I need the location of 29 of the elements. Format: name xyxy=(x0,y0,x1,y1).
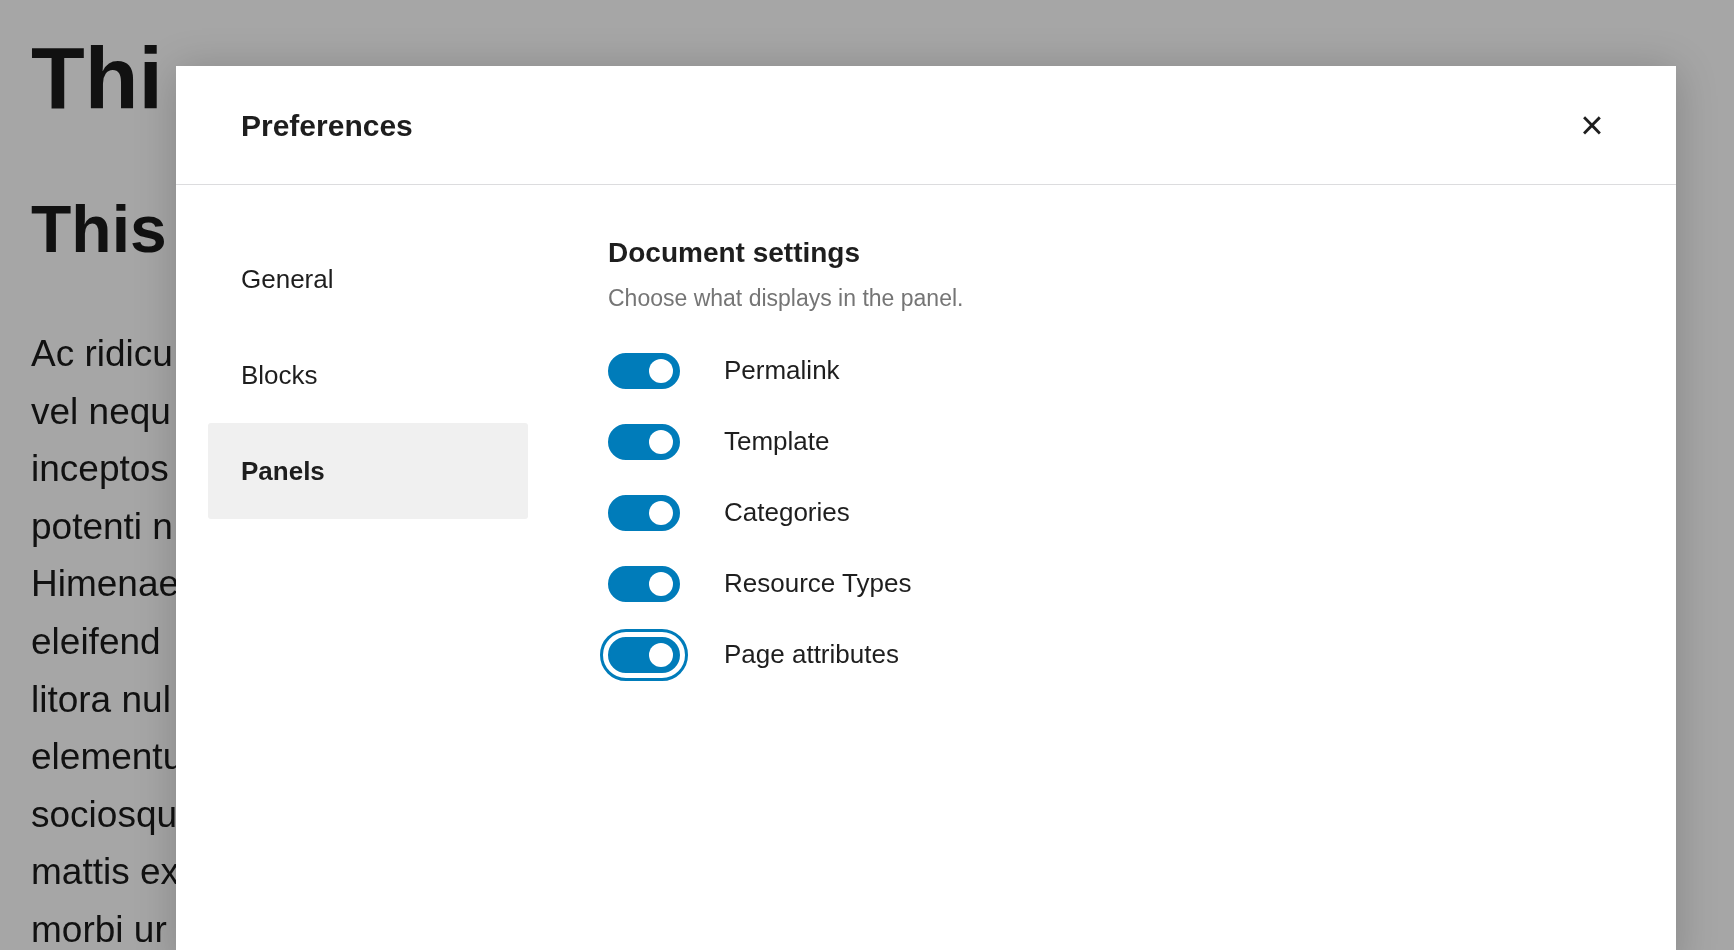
sidebar-tab[interactable]: Panels xyxy=(208,423,528,519)
toggle-label: Template xyxy=(724,425,830,458)
paragraph-line: vel nequ xyxy=(31,389,171,434)
page-title: Thi xyxy=(31,28,163,128)
toggle-switch[interactable] xyxy=(608,423,680,460)
toggle-switch[interactable] xyxy=(608,565,680,602)
paragraph-line: inceptos xyxy=(31,447,169,492)
paragraph-line: morbi ur xyxy=(31,907,167,950)
page-subtitle: This xyxy=(31,191,167,267)
paragraph-line: mattis ex xyxy=(31,850,180,895)
section-heading: Document settings xyxy=(608,236,862,270)
sidebar-tab[interactable]: Blocks xyxy=(208,327,528,423)
toggle-label: Permalink xyxy=(724,354,840,387)
paragraph-line: Himenae xyxy=(31,562,180,607)
toggle-label: Categories xyxy=(724,496,850,529)
section-description: Choose what displays in the panel. xyxy=(608,284,964,313)
toggle-switch[interactable] xyxy=(608,352,680,389)
dialog-title: Preferences xyxy=(241,107,413,144)
sidebar-tab[interactable]: General xyxy=(208,231,528,327)
close-button[interactable]: × xyxy=(1570,103,1614,147)
paragraph-line: eleifend xyxy=(31,619,161,664)
toggle-label: Resource Types xyxy=(724,567,912,600)
toggle-switch[interactable] xyxy=(608,636,680,673)
toggle-switch[interactable] xyxy=(608,494,680,531)
paragraph-line: litora nul xyxy=(31,677,171,722)
paragraph-line: sociosqu xyxy=(31,792,178,837)
paragraph-line: Ac ridicu xyxy=(31,332,173,376)
paragraph-line: potenti n xyxy=(31,504,173,549)
toggle-label: Page attributes xyxy=(724,638,899,671)
